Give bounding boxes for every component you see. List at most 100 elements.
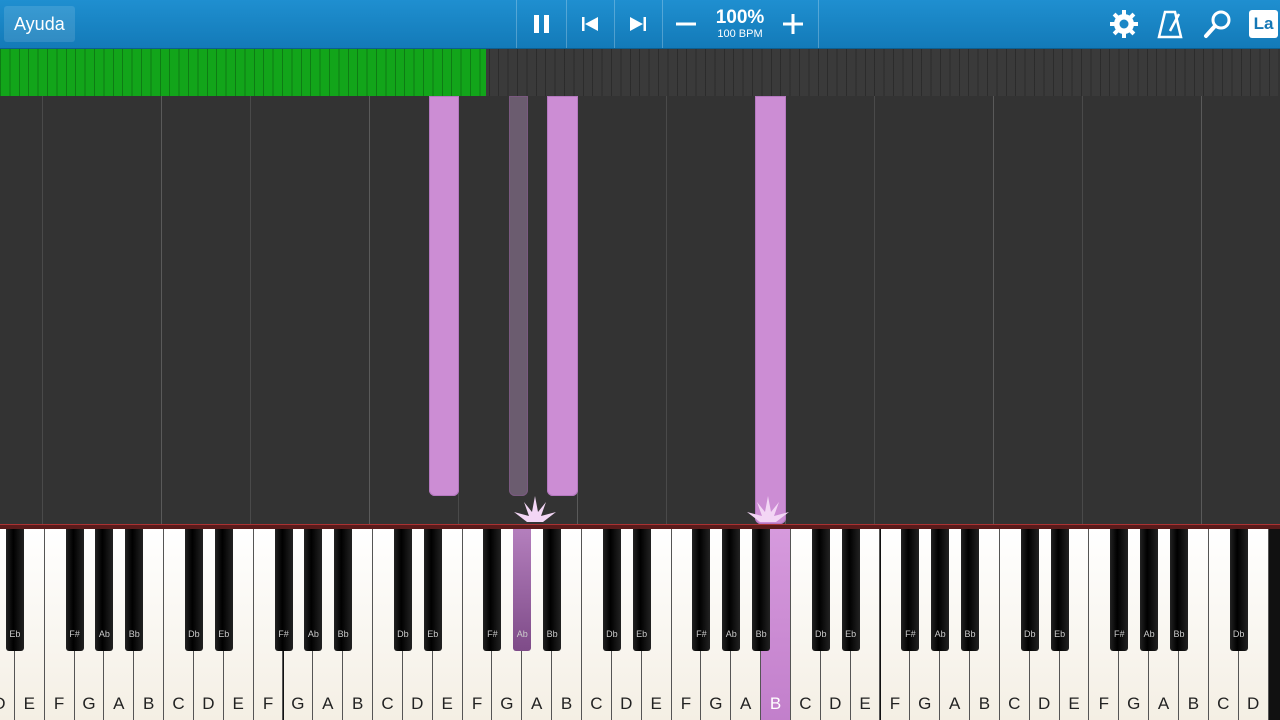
key-label: G	[500, 694, 514, 713]
pause-icon	[534, 15, 549, 33]
falling-note	[755, 96, 786, 524]
divider	[662, 0, 663, 48]
key-label: G	[709, 694, 723, 713]
black-key[interactable]: Ab	[931, 529, 950, 651]
black-key[interactable]: F#	[901, 529, 920, 651]
black-key[interactable]: F#	[1110, 529, 1129, 651]
black-key[interactable]: Db	[811, 529, 830, 651]
black-key[interactable]: Bb	[125, 529, 144, 651]
key-label: Ab	[934, 629, 946, 639]
piano-keyboard: DEFGABCDEFGABCDEFGABCDEFGABCDEFGABCDEFGA…	[0, 529, 1280, 720]
key-label: Eb	[427, 629, 439, 639]
key-label: Db	[188, 629, 200, 639]
key-label: E	[859, 694, 871, 713]
next-icon	[630, 17, 646, 31]
key-label: F#	[487, 629, 498, 639]
black-key[interactable]: Ab	[722, 529, 741, 651]
key-label: Db	[1232, 629, 1245, 639]
black-key[interactable]: F#	[692, 529, 711, 651]
key-label: Db	[815, 629, 827, 639]
black-key[interactable]: Bb	[961, 529, 980, 651]
key-label: F	[889, 694, 901, 713]
key-label: A	[322, 694, 334, 713]
key-label: B	[143, 694, 155, 713]
progress-ticks	[0, 49, 1280, 96]
black-key[interactable]: Bb	[334, 529, 353, 651]
grid-line	[369, 96, 370, 524]
song-progress-bar[interactable]	[0, 49, 1280, 96]
key-label: E	[23, 694, 35, 713]
key-label: B	[1187, 694, 1200, 713]
black-key[interactable]: Eb	[1050, 529, 1069, 651]
key-label: F#	[1114, 629, 1125, 639]
black-key[interactable]: Bb	[752, 529, 771, 651]
next-button[interactable]	[618, 4, 658, 44]
speed-bpm: 100 BPM	[717, 28, 763, 40]
key-label: A	[531, 694, 543, 713]
black-key[interactable]: Db	[1020, 529, 1039, 651]
divider	[818, 0, 819, 48]
gear-icon	[1110, 10, 1138, 38]
black-key[interactable]: F#	[483, 529, 502, 651]
language-button[interactable]: La	[1249, 10, 1278, 38]
black-key[interactable]: Db	[184, 529, 203, 651]
minus-icon	[676, 22, 696, 26]
metronome-icon	[1157, 10, 1183, 39]
black-key[interactable]: Bb	[1170, 529, 1188, 651]
key-label: Ab	[98, 629, 110, 639]
key-label: Ab	[725, 629, 737, 639]
plus-icon	[783, 14, 803, 34]
key-label: F#	[278, 629, 289, 639]
key-label: B	[769, 694, 782, 713]
key-label: G	[1127, 694, 1141, 713]
pause-button[interactable]	[522, 4, 562, 44]
key-label: Eb	[636, 629, 648, 639]
black-key[interactable]: Ab	[513, 529, 532, 651]
note-falling-area	[0, 96, 1280, 524]
black-key[interactable]: Ab	[95, 529, 114, 651]
key-label: A	[1157, 694, 1170, 713]
search-button[interactable]	[1198, 4, 1238, 44]
black-key[interactable]: Eb	[5, 529, 24, 651]
black-key[interactable]: Bb	[543, 529, 562, 651]
key-label: B	[560, 694, 573, 713]
key-label: E	[441, 694, 453, 713]
black-key[interactable]: Eb	[841, 529, 860, 651]
black-key[interactable]: Ab	[1140, 529, 1159, 651]
speed-down-button[interactable]	[666, 4, 706, 44]
key-label: F	[262, 694, 274, 713]
key-label: Bb	[128, 629, 140, 639]
key-label: Ab	[516, 629, 528, 639]
key-label: D	[202, 694, 215, 713]
key-label: C	[590, 694, 603, 713]
key-label: F	[53, 694, 65, 713]
metronome-button[interactable]	[1150, 4, 1190, 44]
settings-button[interactable]	[1104, 4, 1144, 44]
black-key[interactable]: Eb	[214, 529, 233, 651]
black-key[interactable]: Db	[1229, 529, 1248, 651]
key-label: Bb	[964, 629, 976, 639]
black-key[interactable]: F#	[274, 529, 293, 651]
key-label: E	[232, 694, 244, 713]
divider	[516, 0, 517, 48]
black-key[interactable]: Eb	[632, 529, 651, 651]
key-label: A	[948, 694, 961, 713]
key-label: Bb	[1173, 629, 1185, 639]
key-label: Ab	[307, 629, 319, 639]
key-label: F	[471, 694, 483, 713]
grid-line	[250, 96, 251, 524]
key-label: Eb	[9, 629, 21, 639]
black-key[interactable]: Eb	[423, 529, 442, 651]
key-label: C	[1008, 694, 1021, 713]
black-key[interactable]: Ab	[304, 529, 323, 651]
previous-button[interactable]	[570, 4, 610, 44]
help-button[interactable]: Ayuda	[4, 6, 75, 42]
speed-percent: 100%	[715, 7, 765, 28]
divider	[614, 0, 615, 48]
key-label: F#	[905, 629, 916, 639]
toolbar: Ayuda 100% 100 BPM La	[0, 0, 1280, 49]
black-key[interactable]: F#	[65, 529, 84, 651]
black-key[interactable]: Db	[393, 529, 412, 651]
black-key[interactable]: Db	[602, 529, 621, 651]
speed-up-button[interactable]	[773, 4, 813, 44]
